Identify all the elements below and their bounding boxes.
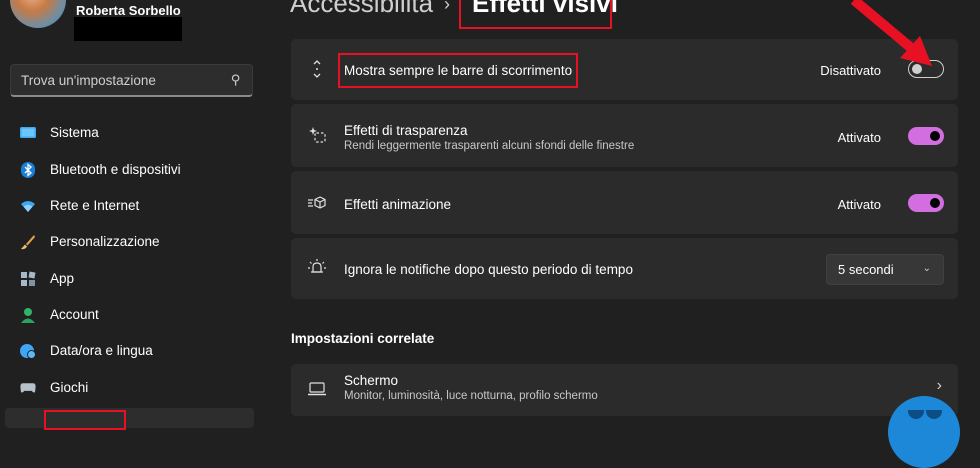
sidebar-item-label: Rete e Internet: [50, 198, 140, 213]
sidebar-item-label: Personalizzazione: [50, 234, 160, 249]
annotation-highlight-box: [338, 53, 578, 88]
sidebar-item-account[interactable]: Account: [0, 298, 262, 332]
sidebar-item-sistema[interactable]: Sistema: [0, 116, 262, 150]
setting-title: Effetti animazione: [344, 197, 452, 212]
annotation-highlight-box: [44, 410, 126, 430]
toggle-state-label: Attivato: [837, 197, 881, 212]
select-value: 5 secondi: [838, 262, 894, 277]
section-heading: Impostazioni correlate: [291, 331, 435, 346]
sidebar-item-rete[interactable]: Rete e Internet: [0, 189, 262, 223]
toggle-state-label: Attivato: [837, 130, 881, 145]
related-title: Schermo: [344, 373, 399, 388]
breadcrumb-parent[interactable]: Accessibilità: [290, 0, 433, 19]
sidebar-item-label: Giochi: [50, 380, 89, 395]
user-name: Roberta Sorbello: [76, 3, 181, 18]
setting-animation-card: Effetti animazione Attivato: [291, 171, 958, 234]
bluetooth-icon: [20, 162, 36, 178]
annotation-highlight-box: [459, 0, 612, 29]
scrollbar-arrows-icon: [307, 59, 327, 79]
sidebar-item-label: Account: [50, 307, 99, 322]
breadcrumb-separator: ›: [444, 0, 450, 14]
setting-subtitle: Rendi leggermente trasparenti alcuni sfo…: [344, 140, 635, 152]
sidebar-item-label: App: [50, 271, 75, 286]
notification-duration-select[interactable]: 5 secondi ⌄: [826, 254, 944, 285]
sidebar-item-personalizzazione[interactable]: Personalizzazione: [0, 225, 262, 259]
toggle-knob: [930, 198, 940, 208]
sidebar-item-accessibility-selected[interactable]: [5, 408, 254, 428]
search-icon[interactable]: ⚲: [231, 72, 241, 88]
setting-notifications-card: Ignora le notifiche dopo questo periodo …: [291, 238, 958, 299]
chevron-down-icon: ⌄: [922, 263, 931, 274]
redacted-email: [74, 17, 182, 41]
sidebar-item-giochi[interactable]: Giochi: [0, 371, 262, 405]
gamepad-icon: [20, 380, 36, 396]
apps-icon: [20, 271, 36, 287]
sidebar-item-bluetooth[interactable]: Bluetooth e dispositivi: [0, 153, 262, 187]
annotation-arrow-icon: [850, 0, 932, 66]
animation-toggle[interactable]: [908, 194, 944, 212]
brush-icon: [20, 234, 36, 250]
notification-bell-icon: [307, 258, 327, 278]
settings-search-input[interactable]: Trova un'impostazione ⚲: [10, 64, 253, 97]
setting-title: Effetti di trasparenza: [344, 123, 468, 138]
globe-clock-icon: [20, 343, 36, 359]
sidebar-item-label: Bluetooth e dispositivi: [50, 162, 181, 177]
laptop-icon: [307, 379, 327, 399]
wifi-icon: [20, 198, 36, 214]
sidebar-item-data-ora[interactable]: Data/ora e lingua: [0, 334, 262, 368]
related-subtitle: Monitor, luminosità, luce notturna, prof…: [344, 390, 598, 402]
chevron-right-icon: ›: [936, 377, 942, 394]
transparency-sparkle-icon: [307, 125, 327, 145]
sidebar-item-label: Sistema: [50, 125, 99, 140]
toggle-knob: [930, 131, 940, 141]
setting-transparency-card: Effetti di trasparenza Rendi leggermente…: [291, 104, 958, 167]
search-placeholder: Trova un'impostazione: [21, 73, 156, 88]
setting-title: Ignora le notifiche dopo questo periodo …: [344, 262, 633, 277]
mascot-avatar-icon: [888, 396, 960, 468]
person-icon: [20, 307, 36, 323]
sidebar: Roberta Sorbello Trova un'impostazione ⚲…: [0, 0, 272, 430]
sidebar-item-label: Data/ora e lingua: [50, 343, 153, 358]
transparency-toggle[interactable]: [908, 127, 944, 145]
sidebar-item-app[interactable]: App: [0, 262, 262, 296]
animation-cube-icon: [307, 193, 327, 213]
related-display-card[interactable]: Schermo Monitor, luminosità, luce nottur…: [291, 364, 958, 416]
user-avatar[interactable]: [10, 0, 66, 28]
monitor-icon: [20, 125, 36, 141]
